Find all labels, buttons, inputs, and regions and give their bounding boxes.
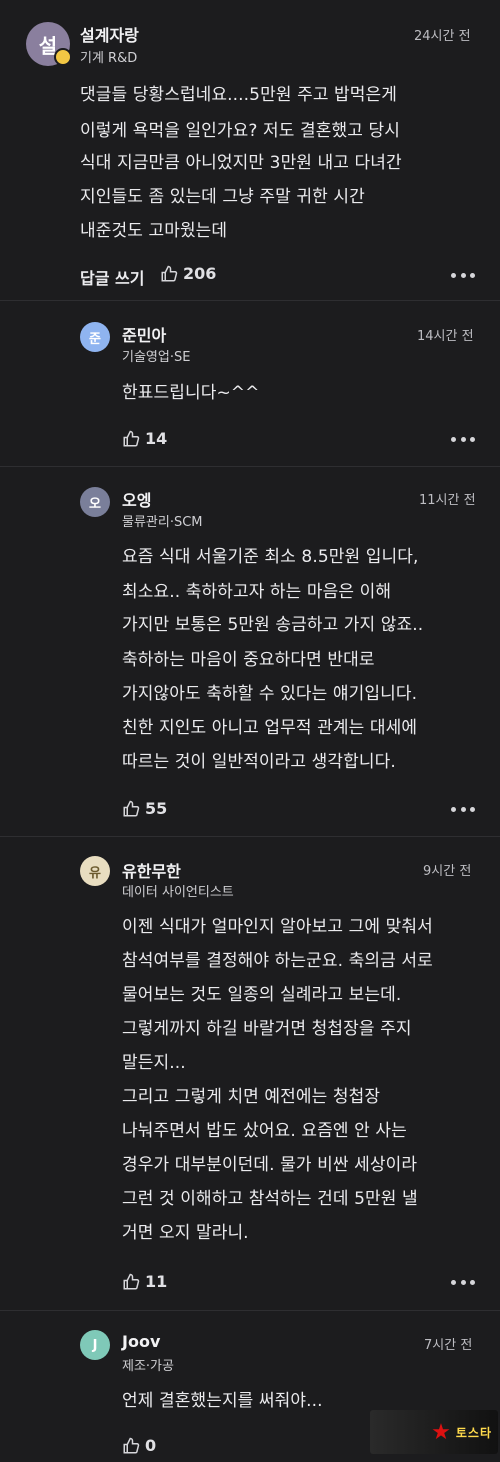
reply-line: 가지않아도 축하할 수 있다는 얘기입니다. (122, 684, 418, 704)
reply-line: 따르는 것이 일반적이라고 생각합니다. (122, 752, 396, 772)
like-button[interactable]: 14 (122, 429, 167, 448)
reply-author-name[interactable]: 오엥 (122, 487, 151, 511)
like-count: 11 (145, 1272, 168, 1291)
reply-avatar[interactable]: 준 (80, 322, 110, 352)
reply-author-dept: 제조·가공 (122, 1359, 174, 1374)
reply-line: 최소요.. 축하하고자 하는 마음은 이해 (122, 582, 392, 602)
reply-author-name[interactable]: Joov (122, 1332, 160, 1351)
reply-button[interactable]: 답글 쓰기 (80, 265, 144, 289)
more-options-icon[interactable] (451, 1278, 475, 1286)
like-count: 55 (145, 799, 168, 818)
author-dept: 기계 R&D (80, 51, 138, 66)
like-button[interactable]: 11 (122, 1272, 167, 1291)
reply-line: 그리고 그렇게 치면 예전에는 청첩장 (122, 1087, 381, 1107)
comment-line: 이렇게 욕먹을 일인가요? 저도 결혼했고 당시 (80, 121, 400, 141)
more-options-icon[interactable] (451, 271, 475, 279)
reply-time: 14시간 전 (417, 329, 474, 344)
reply-line: 물어보는 것도 일종의 실례라고 보는데. (122, 985, 402, 1005)
star-icon: ★ (431, 1419, 452, 1445)
reply-line: 요즘 식대 서울기준 최소 8.5만원 입니다, (122, 547, 419, 567)
thumbs-up-icon (123, 800, 140, 816)
reply-author-name[interactable]: 준민아 (122, 322, 166, 346)
reply-line: 이젠 식대가 얼마인지 알아보고 그에 맞춰서 (122, 917, 433, 937)
verified-badge-icon (54, 48, 72, 66)
avatar-initial: 오 (89, 496, 101, 512)
like-button[interactable]: 0 (122, 1436, 156, 1455)
watermark-logo: ★ 토스타 (370, 1410, 498, 1454)
divider (0, 466, 500, 467)
reply-author-dept: 데이터 사이언티스트 (122, 885, 234, 900)
thumbs-up-icon (123, 1437, 140, 1453)
divider (0, 1310, 500, 1311)
like-button[interactable]: 206 (160, 264, 216, 283)
avatar-initial: 준 (89, 331, 101, 347)
reply-line: 말든지... (122, 1053, 186, 1073)
reply-line: 친한 지인도 아니고 업무적 관계는 대세에 (122, 718, 418, 738)
comment-time: 24시간 전 (414, 29, 471, 44)
watermark-text: 토스타 (455, 1425, 492, 1440)
reply-author-name[interactable]: 유한무한 (122, 858, 181, 882)
like-count: 14 (145, 429, 168, 448)
thumbs-up-icon (161, 265, 178, 281)
comment-line: 댓글들 당황스럽네요....5만원 주고 밥먹은게 (80, 85, 398, 105)
reply-line: 그런 것 이해하고 참석하는 건데 5만원 낼 (122, 1189, 418, 1209)
reply-time: 9시간 전 (423, 864, 472, 879)
reply-line: 언제 결혼했는지를 써줘야... (122, 1391, 323, 1411)
reply-line: 참석여부를 결정해야 하는군요. 축의금 서로 (122, 951, 433, 971)
reply-author-dept: 기술영업·SE (122, 350, 191, 365)
reply-line: 한표드립니다~^^ (122, 383, 260, 403)
comment-line: 내준것도 고마웠는데 (80, 221, 228, 241)
reply-avatar[interactable]: J (80, 1330, 110, 1360)
reply-line: 나눠주면서 밥도 샀어요. 요즘엔 안 사는 (122, 1121, 407, 1141)
more-options-icon[interactable] (451, 805, 475, 813)
like-count: 0 (145, 1436, 157, 1455)
reply-time: 7시간 전 (424, 1338, 473, 1353)
more-options-icon[interactable] (451, 435, 475, 443)
divider (0, 300, 500, 301)
reply-time: 11시간 전 (419, 493, 476, 508)
comment-line: 식대 지금만큼 아니었지만 3만원 내고 다녀간 (80, 153, 402, 173)
reply-line: 축하하는 마음이 중요하다면 반대로 (122, 650, 375, 670)
avatar-initial: 유 (89, 865, 101, 881)
like-count: 206 (183, 264, 217, 283)
comment-line: 지인들도 좀 있는데 그냥 주말 귀한 시간 (80, 187, 365, 207)
reply-avatar[interactable]: 유 (80, 856, 110, 886)
thumbs-up-icon (123, 1273, 140, 1289)
thumbs-up-icon (123, 430, 140, 446)
reply-line: 가지만 보통은 5만원 송금하고 가지 않죠.. (122, 615, 424, 635)
reply-line: 경우가 대부분이던데. 물가 비싼 세상이라 (122, 1155, 418, 1175)
reply-line: 그렇게까지 하길 바랄거면 청첩장을 주지 (122, 1019, 412, 1039)
divider (0, 836, 500, 837)
author-name[interactable]: 설계자랑 (80, 22, 139, 46)
reply-line: 거면 오지 말라니. (122, 1223, 249, 1243)
like-button[interactable]: 55 (122, 799, 167, 818)
reply-author-dept: 물류관리·SCM (122, 515, 203, 530)
avatar-initial: J (92, 1337, 98, 1353)
reply-avatar[interactable]: 오 (80, 487, 110, 517)
